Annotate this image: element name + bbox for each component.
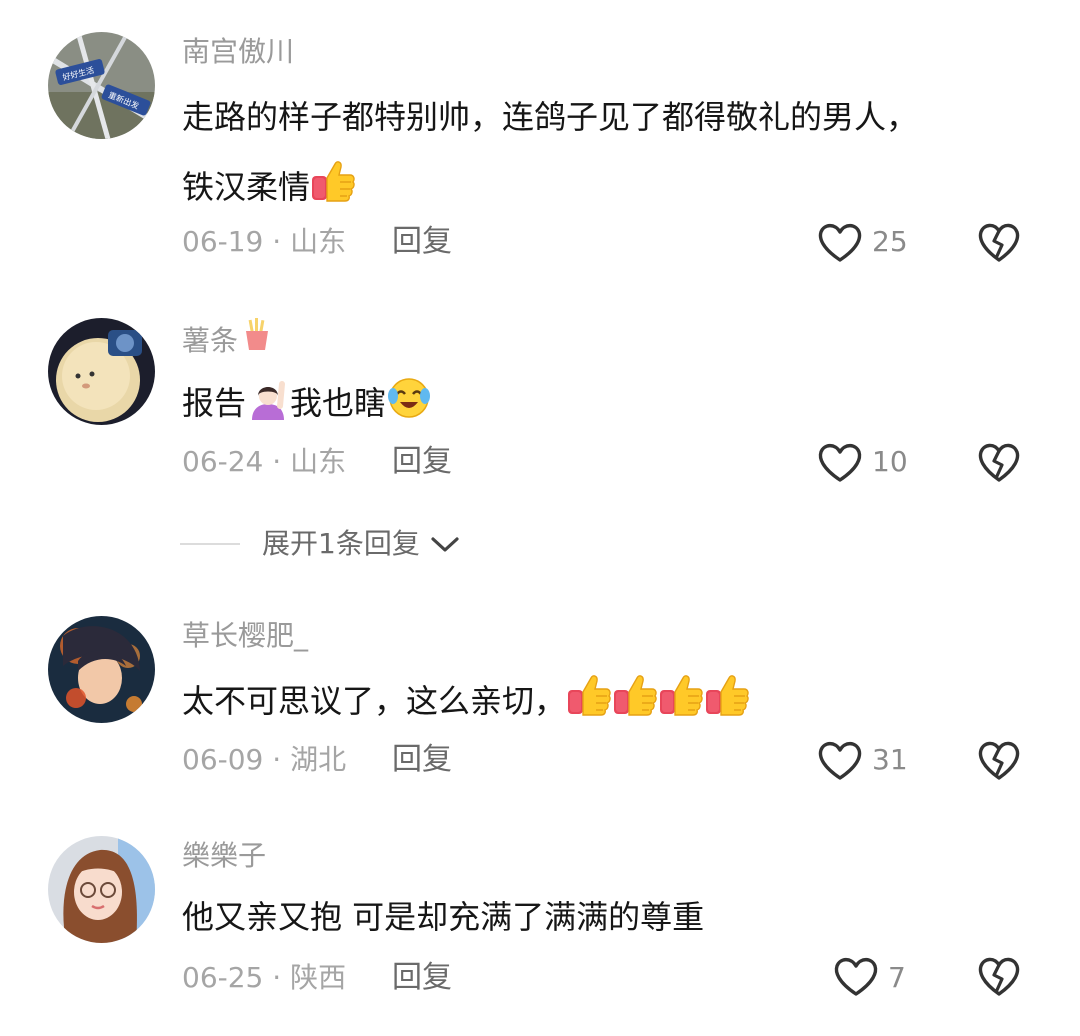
comment-text-line: 走路的样子都特别帅，连鸽子见了都得敬礼的男人， <box>182 98 919 136</box>
like-count: 25 <box>872 225 908 258</box>
broken-heart-icon[interactable] <box>976 440 1022 484</box>
comment-meta: 06-24 · 山东 <box>182 442 346 482</box>
comment-text-line: 铁汉柔情 <box>182 152 1042 222</box>
laughing-crying-emoji <box>386 374 432 420</box>
avatar[interactable] <box>48 836 155 943</box>
expand-replies-button[interactable]: 展开1条回复 <box>180 524 462 564</box>
person-raising-hand-emoji <box>246 376 290 420</box>
comment-text-part: 我也瞎 <box>290 384 387 422</box>
meta-separator: · <box>263 445 291 478</box>
comment-text-line: 他又亲又抱 可是却充满了满满的尊重 <box>182 898 705 936</box>
heart-outline-icon[interactable] <box>816 440 864 484</box>
comment-meta: 06-19 · 山东 <box>182 222 346 262</box>
avatar[interactable]: 好好生活 重新出发 <box>48 32 155 139</box>
reply-button[interactable]: 回复 <box>392 740 452 780</box>
broken-heart-icon[interactable] <box>976 738 1022 782</box>
meta-separator: · <box>263 743 291 776</box>
like-count: 10 <box>872 445 908 478</box>
comment-text-part: 太不可思议了，这么亲切， <box>182 682 567 720</box>
comment-location: 陕西 <box>290 961 347 994</box>
like-count: 7 <box>888 961 906 994</box>
username[interactable]: 樂樂子 <box>182 836 266 876</box>
heart-outline-icon[interactable] <box>832 954 880 998</box>
meta-separator: · <box>263 961 291 994</box>
thumbs-up-emoji <box>612 672 658 718</box>
comment-location: 山东 <box>290 225 347 258</box>
comment-text-line: 太不可思议了，这么亲切， <box>182 666 1042 736</box>
comment-meta: 06-25 · 陕西 <box>182 958 346 998</box>
username[interactable]: 南宫傲川 <box>182 32 294 72</box>
avatar[interactable] <box>48 616 155 723</box>
expand-replies-label: 展开1条回复 <box>262 527 420 560</box>
thumbs-up-emoji <box>310 158 356 204</box>
comment-text: 走路的样子都特别帅，连鸽子见了都得敬礼的男人， 铁汉柔情 <box>182 82 1042 222</box>
comment-location: 山东 <box>290 445 347 478</box>
comment-text: 太不可思议了，这么亲切， <box>182 666 1042 736</box>
reply-button[interactable]: 回复 <box>392 958 452 998</box>
reply-button[interactable]: 回复 <box>392 442 452 482</box>
comment-date: 06-24 <box>182 445 264 478</box>
thumbs-up-emoji <box>704 672 750 718</box>
reply-button[interactable]: 回复 <box>392 222 452 262</box>
comment-date: 06-25 <box>182 961 264 994</box>
broken-heart-icon[interactable] <box>976 954 1022 998</box>
thumbs-up-emoji <box>566 672 612 718</box>
thumbs-up-emoji <box>658 672 704 718</box>
comment-text: 报告 我也瞎 <box>182 368 1042 438</box>
french-fries-emoji <box>242 318 272 363</box>
comment-meta: 06-09 · 湖北 <box>182 740 346 780</box>
avatar[interactable] <box>48 318 155 425</box>
comment-date: 06-19 <box>182 225 264 258</box>
username-text: 薯条 <box>182 324 239 357</box>
comment-text-part: 报告 <box>182 384 247 422</box>
like-count: 31 <box>872 743 908 776</box>
comment-text: 他又亲又抱 可是却充满了满满的尊重 <box>182 882 1042 952</box>
comment-location: 湖北 <box>290 743 347 776</box>
username[interactable]: 薯条 <box>182 318 272 363</box>
meta-separator: · <box>263 225 291 258</box>
comment-text-part: 铁汉柔情 <box>182 168 311 206</box>
comment-date: 06-09 <box>182 743 264 776</box>
chevron-down-icon <box>431 537 459 552</box>
divider <box>180 543 240 545</box>
comment-text-line: 报告 我也瞎 <box>182 368 1042 438</box>
heart-outline-icon[interactable] <box>816 220 864 264</box>
username[interactable]: 草长樱肥_ <box>182 616 308 656</box>
heart-outline-icon[interactable] <box>816 738 864 782</box>
broken-heart-icon[interactable] <box>976 220 1022 264</box>
